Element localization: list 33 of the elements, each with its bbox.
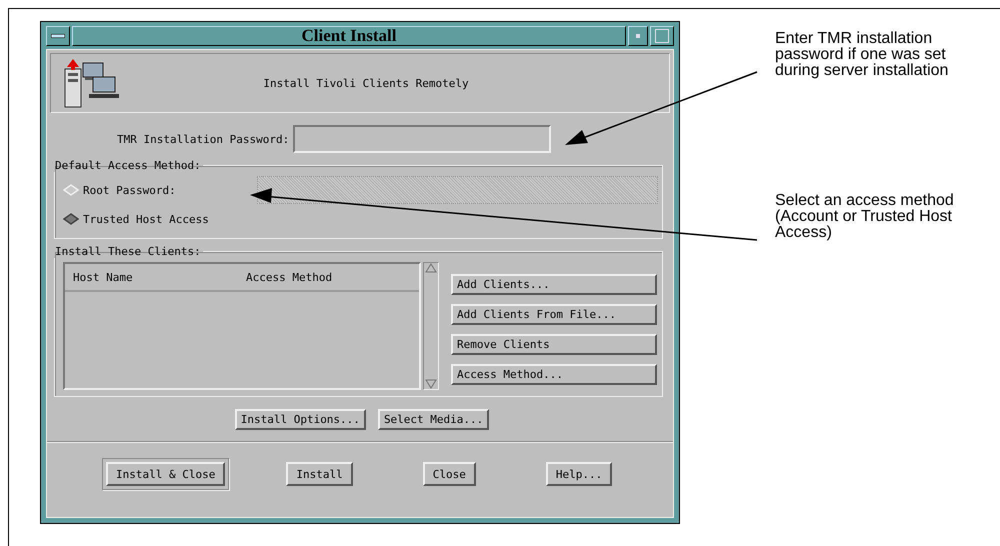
column-header: Access Method (246, 270, 332, 284)
dialog-button[interactable]: Install & Close (106, 462, 226, 486)
callout-text: Select an access method (Account or Trusted Host Access) (775, 193, 955, 241)
field-label: TMR Installation Password: (117, 132, 290, 146)
side-button[interactable]: Add Clients From File... (451, 304, 657, 325)
scroll-up-icon (425, 263, 437, 273)
scroll-down-icon (425, 379, 437, 389)
password-field[interactable] (293, 125, 552, 153)
option-button[interactable]: Install Options... (234, 409, 366, 430)
group-label: Install These Clients: (54, 245, 202, 258)
minimize-button[interactable] (628, 26, 648, 46)
column-header: Host Name (73, 270, 133, 284)
side-button[interactable]: Add Clients... (451, 274, 657, 295)
scrollbar[interactable] (423, 262, 439, 390)
clients-list[interactable]: Host Name Access Method (63, 262, 421, 390)
header-text: Install Tivoli Clients Remotely (262, 76, 470, 90)
dialog-button[interactable]: Install (286, 462, 353, 486)
group-label: Default Access Method: (54, 159, 202, 172)
callout-text: Enter TMR installation password if one was set during server installation (775, 31, 950, 79)
maximize-button[interactable] (650, 26, 674, 46)
menu-icon (51, 34, 65, 38)
radio-label: Root Password: (83, 184, 176, 196)
dialog-button[interactable]: Help... (546, 462, 612, 486)
window-title: Client Install (72, 26, 626, 46)
option-button[interactable]: Select Media... (378, 409, 490, 430)
radio-button[interactable] (63, 213, 79, 225)
radio-label: Trusted Host Access (83, 212, 209, 226)
window-menu-button[interactable] (46, 26, 70, 46)
maximize-icon (655, 29, 669, 43)
side-button[interactable]: Remove Clients (451, 334, 657, 355)
dialog-button[interactable]: Close (422, 462, 476, 486)
minimize-icon (636, 34, 640, 38)
side-button[interactable]: Access Method... (451, 364, 657, 385)
